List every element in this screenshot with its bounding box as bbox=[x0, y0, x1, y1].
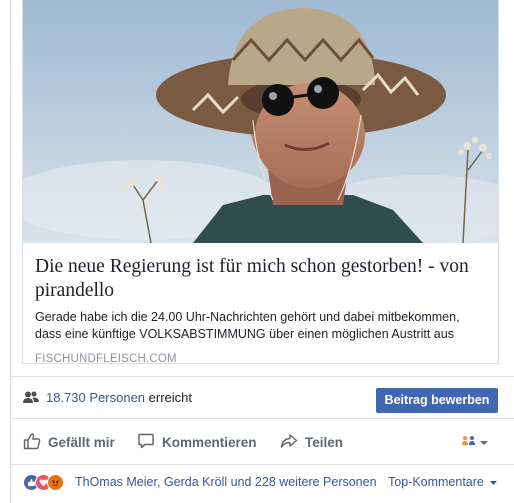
boost-post-button[interactable]: Beitrag bewerben bbox=[376, 388, 498, 413]
sort-label: Top-Kommentare bbox=[388, 475, 484, 489]
reach-count[interactable]: 18.730 bbox=[46, 390, 86, 405]
like-button[interactable]: Gefällt mir bbox=[23, 432, 115, 452]
audience-selector[interactable] bbox=[461, 434, 491, 453]
preview-description: Gerade habe ich die 24.00 Uhr-Nachrichte… bbox=[35, 310, 460, 341]
post-card: Die neue Regierung ist für mich schon ge… bbox=[0, 0, 514, 503]
comment-label: Kommentieren bbox=[162, 434, 257, 450]
chevron-down-icon bbox=[477, 435, 491, 453]
comment-sort-menu[interactable]: Top-Kommentare bbox=[388, 475, 498, 489]
comment-button[interactable]: Kommentieren bbox=[137, 432, 257, 452]
preview-image[interactable] bbox=[23, 0, 498, 243]
preview-title[interactable]: Die neue Regierung ist für mich schon ge… bbox=[35, 255, 486, 303]
reach-people-link[interactable]: Personen bbox=[89, 390, 145, 405]
preview-text: Die neue Regierung ist für mich schon ge… bbox=[23, 243, 498, 365]
reach-row: 18.730 Personen erreicht Beitrag bewerbe… bbox=[11, 376, 514, 418]
share-button[interactable]: Teilen bbox=[280, 432, 343, 452]
link-preview-card[interactable]: Die neue Regierung ist für mich schon ge… bbox=[22, 0, 499, 365]
share-label: Teilen bbox=[305, 434, 344, 450]
reaction-icons[interactable] bbox=[23, 474, 64, 491]
comment-icon bbox=[137, 432, 162, 453]
angry-reaction-icon bbox=[47, 474, 64, 491]
audience-selector-icon bbox=[461, 434, 477, 453]
thumbs-up-icon bbox=[23, 432, 48, 453]
reaction-summary-row: ThOmas Meier, Gerda Kröll und 228 weiter… bbox=[11, 464, 514, 503]
people-icon bbox=[23, 391, 39, 409]
reach-suffix: erreicht bbox=[148, 390, 193, 405]
like-label: Gefällt mir bbox=[48, 434, 115, 450]
chevron-down-icon bbox=[484, 475, 498, 489]
reaction-people-text[interactable]: ThOmas Meier, Gerda Kröll und 228 weiter… bbox=[75, 475, 377, 489]
reach-text: 18.730 Personen erreicht bbox=[46, 390, 192, 405]
actions-row: Gefällt mir Kommentieren Teilen bbox=[11, 418, 514, 464]
share-icon bbox=[280, 432, 305, 453]
preview-domain: FISCHUNDFLEISCH.COM bbox=[35, 353, 177, 365]
